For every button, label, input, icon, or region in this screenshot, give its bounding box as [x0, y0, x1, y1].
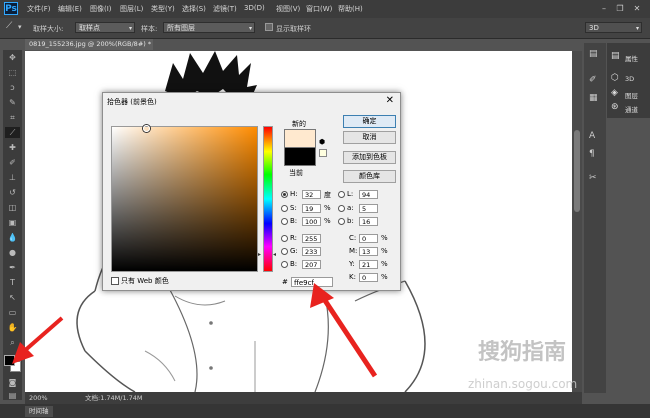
arrow-to-hex-field	[310, 283, 378, 378]
watermark-text: 搜狗指南	[478, 340, 567, 365]
arrow-to-foreground-swatch	[12, 316, 64, 364]
watermark-url: zhinan.sogou.com	[468, 377, 578, 391]
